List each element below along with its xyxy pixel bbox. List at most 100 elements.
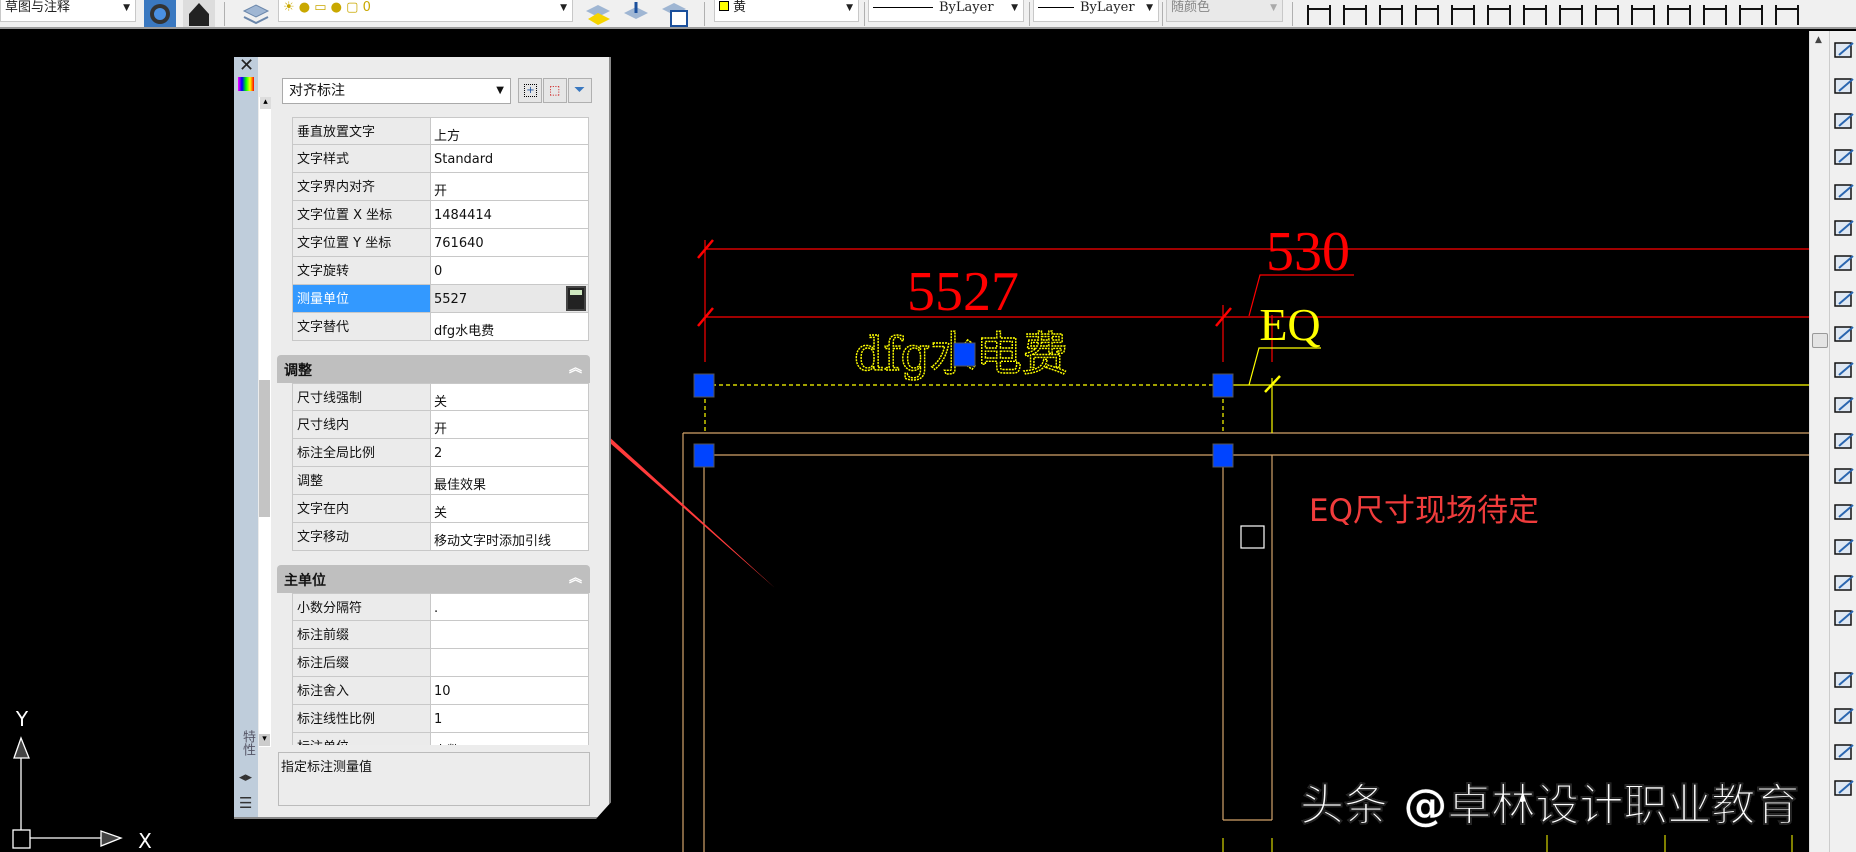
grip[interactable] — [693, 373, 715, 398]
dimension-text-main: 5527 — [907, 261, 1019, 323]
property-value[interactable]: 2 — [431, 439, 588, 466]
property-value[interactable]: 开 — [431, 411, 588, 438]
property-row[interactable]: 尺寸线内开 — [292, 411, 589, 439]
draworder-back-icon[interactable] — [1833, 705, 1856, 727]
property-value[interactable]: . — [431, 594, 588, 620]
property-row[interactable]: 测量单位 5527 — [292, 285, 589, 313]
collapse-icon[interactable]: ︽ — [569, 567, 582, 586]
property-value[interactable]: dfg水电费 — [431, 313, 588, 340]
palette-title-strip[interactable]: ✕ 特性 ◂▸ ☰ — [234, 57, 258, 817]
scroll-down-icon[interactable]: ▾ — [259, 734, 270, 746]
properties-icon[interactable] — [238, 77, 254, 91]
panel-scrollbar[interactable]: ▴ ▾ — [259, 97, 271, 747]
property-value[interactable]: 10 — [431, 677, 588, 704]
property-value[interactable]: 关 — [431, 495, 588, 522]
select-objects-button[interactable]: ⬚ — [543, 78, 567, 103]
erase-icon[interactable] — [1833, 39, 1856, 61]
property-row[interactable]: 垂直放置文字 上方 — [292, 117, 589, 145]
section-header[interactable]: 主单位 ︽ — [277, 565, 590, 593]
property-row[interactable]: 文字在内关 — [292, 495, 589, 523]
grip[interactable] — [953, 342, 976, 367]
extend-icon[interactable] — [1833, 394, 1856, 416]
toggle-pickadd-button[interactable]: + — [518, 78, 542, 103]
fillet-icon[interactable] — [1833, 572, 1856, 594]
explode-icon[interactable] — [1833, 607, 1856, 629]
auto-hide-icon[interactable]: ◂▸ — [239, 770, 252, 785]
property-label: 文字移动 — [293, 523, 431, 550]
draworder-above-icon[interactable] — [1833, 741, 1856, 763]
select-objects-icon: ⬚ — [549, 83, 561, 97]
scroll-up-icon[interactable]: ▲ — [1815, 35, 1822, 45]
stretch-icon[interactable] — [1833, 323, 1856, 345]
break-point-icon[interactable] — [1833, 430, 1856, 452]
property-value[interactable] — [431, 621, 588, 648]
scroll-up-icon[interactable]: ▴ — [260, 97, 271, 109]
break-icon[interactable] — [1833, 465, 1856, 487]
trim-icon[interactable] — [1833, 359, 1856, 381]
property-value[interactable]: 761640 — [431, 229, 588, 256]
description-text: 指定标注测量值 — [281, 760, 373, 775]
array-icon[interactable] — [1833, 181, 1856, 203]
rotate-icon[interactable] — [1833, 252, 1856, 274]
draworder-under-icon[interactable] — [1833, 777, 1856, 799]
scroll-thumb[interactable] — [259, 380, 270, 517]
pickadd-icon: + — [524, 84, 537, 97]
collapse-icon[interactable]: ︽ — [569, 357, 582, 376]
property-row[interactable]: 文字旋转 0 — [292, 257, 589, 285]
property-row[interactable]: 文字替代 dfg水电费 — [292, 313, 589, 341]
mirror-icon[interactable] — [1833, 110, 1856, 132]
property-row[interactable]: 尺寸线强制关 — [292, 383, 589, 411]
property-row[interactable]: 文字位置 X 坐标 1484414 — [292, 201, 589, 229]
property-row[interactable]: 文字移动 移动文字时添加引线 — [292, 523, 589, 551]
copy-icon[interactable] — [1833, 75, 1856, 97]
section-header[interactable]: 调整 ︽ — [277, 355, 590, 383]
grip[interactable] — [1212, 443, 1234, 468]
ucs-y-label: Y — [15, 707, 29, 731]
property-row[interactable]: 标注线性比例 1 — [292, 705, 589, 733]
close-icon[interactable]: ✕ — [239, 57, 254, 76]
property-value[interactable] — [431, 649, 588, 676]
vertical-scrollbar[interactable]: ▲ — [1809, 31, 1829, 852]
draworder-front-icon[interactable] — [1833, 669, 1856, 691]
palette-menu-icon[interactable]: ☰ — [239, 794, 252, 812]
property-row[interactable]: 标注舍入 10 — [292, 677, 589, 705]
property-value[interactable]: 移动文字时添加引线 — [431, 523, 588, 550]
property-row[interactable]: 调整 最佳效果 — [292, 467, 589, 495]
grip[interactable] — [693, 443, 715, 468]
object-type-dropdown[interactable]: 对齐标注 ▼ — [282, 78, 511, 104]
property-row[interactable]: 小数分隔符. — [292, 593, 589, 621]
property-value[interactable]: 关 — [431, 384, 588, 410]
property-row[interactable]: 标注单位小数 — [292, 733, 589, 745]
property-value[interactable]: 5527 — [431, 285, 588, 312]
quick-select-button[interactable]: ⏷ — [568, 78, 592, 103]
property-value[interactable]: 0 — [431, 257, 588, 284]
property-value[interactable]: 开 — [431, 173, 588, 200]
property-value[interactable]: 上方 — [431, 118, 588, 144]
offset-icon[interactable] — [1833, 146, 1856, 168]
property-row[interactable]: 文字样式 Standard — [292, 145, 589, 173]
property-label: 标注舍入 — [293, 677, 431, 704]
property-row[interactable]: 文字界内对齐开 — [292, 173, 589, 201]
property-row[interactable]: 标注前缀 — [292, 621, 589, 649]
chevron-down-icon: ▼ — [496, 85, 504, 96]
scroll-thumb[interactable] — [1812, 333, 1828, 348]
property-value[interactable]: 1 — [431, 705, 588, 732]
scale-icon[interactable] — [1833, 288, 1856, 310]
watermark: 头条 @卓林设计职业教育 — [1300, 780, 1799, 831]
join-icon[interactable] — [1833, 501, 1856, 523]
property-value[interactable]: 小数 — [431, 733, 588, 745]
calculator-icon[interactable] — [566, 286, 586, 311]
property-label: 标注单位 — [293, 733, 431, 745]
grip[interactable] — [1212, 373, 1234, 398]
property-value[interactable]: 最佳效果 — [431, 467, 588, 494]
move-icon[interactable] — [1833, 217, 1856, 239]
property-value[interactable]: Standard — [431, 145, 588, 172]
object-type-value: 对齐标注 — [289, 83, 345, 99]
property-list: 垂直放置文字 上方 文字样式 Standard 文字界内对齐开文字位置 X 坐标 1484… — [277, 117, 590, 745]
property-row[interactable]: 标注后缀 — [292, 649, 589, 677]
property-row[interactable]: 文字位置 Y 坐标 761640 — [292, 229, 589, 257]
chamfer-icon[interactable] — [1833, 536, 1856, 558]
ucs-x-label: X — [138, 829, 152, 852]
property-row[interactable]: 标注全局比例 2 — [292, 439, 589, 467]
property-value[interactable]: 1484414 — [431, 201, 588, 228]
